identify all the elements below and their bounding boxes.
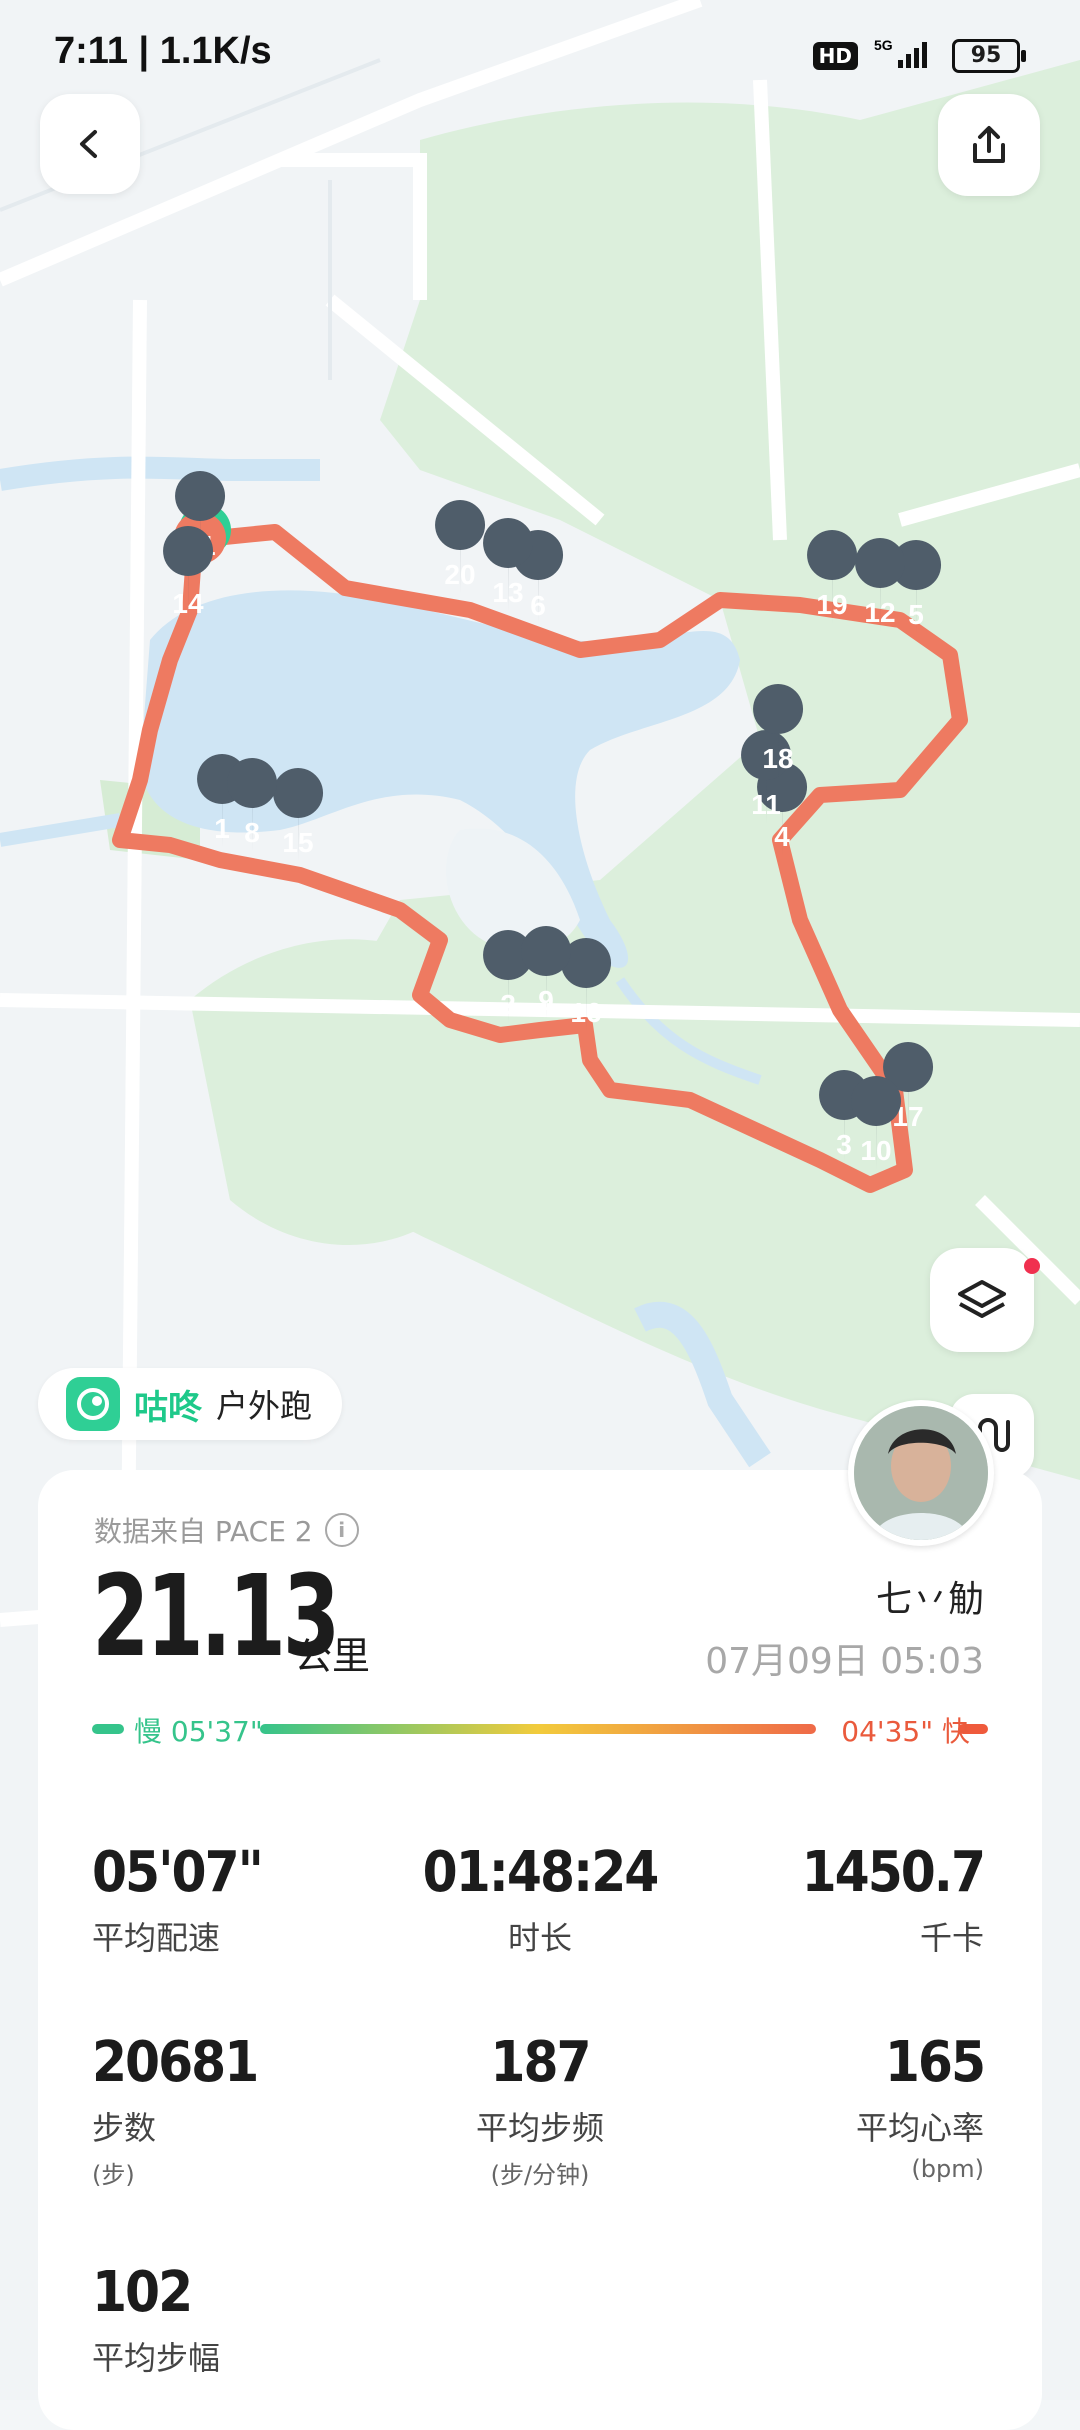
share-button[interactable] bbox=[938, 94, 1040, 196]
svg-text:8: 8 bbox=[244, 817, 260, 848]
user-name: 七丷觔 bbox=[875, 1579, 984, 1620]
svg-text:16: 16 bbox=[570, 997, 601, 1028]
stat-heart-rate: 165 平均心率 (bpm) bbox=[855, 2030, 986, 2183]
data-source-text: 数据来自 PACE 2 bbox=[94, 1515, 313, 1548]
svg-text:18: 18 bbox=[762, 743, 793, 774]
status-time: 7:11 | 1.1K/s bbox=[54, 30, 272, 72]
app-name: 咕咚 bbox=[134, 1387, 202, 1428]
svg-text:10: 10 bbox=[860, 1135, 891, 1166]
svg-text:6: 6 bbox=[530, 590, 546, 621]
stat-avg-pace: 05'07" 平均配速 bbox=[92, 1840, 264, 1957]
layers-icon bbox=[958, 1280, 1006, 1318]
activity-type: 户外跑 bbox=[216, 1387, 313, 1425]
signal-icon: 5G bbox=[874, 37, 936, 73]
svg-text:14: 14 bbox=[172, 588, 204, 619]
svg-text:19: 19 bbox=[816, 589, 847, 620]
notification-dot bbox=[1024, 1258, 1040, 1274]
activity-source-badge: 咕咚 户外跑 bbox=[38, 1368, 343, 1440]
svg-text:4: 4 bbox=[774, 821, 790, 852]
share-icon bbox=[973, 126, 1005, 163]
chevron-left-icon bbox=[80, 130, 97, 158]
stat-stride: 102 平均步幅 bbox=[92, 2260, 221, 2377]
svg-text:2: 2 bbox=[500, 989, 516, 1020]
avatar[interactable] bbox=[848, 1400, 994, 1546]
svg-text:12: 12 bbox=[864, 597, 895, 628]
svg-text:1: 1 bbox=[214, 813, 230, 844]
battery-icon: 95 bbox=[952, 38, 1026, 73]
stat-steps: 20681 步数 (步) bbox=[92, 2030, 259, 2189]
svg-text:15: 15 bbox=[282, 827, 313, 858]
svg-text:5G: 5G bbox=[874, 38, 893, 53]
hd-icon: HD bbox=[812, 41, 858, 70]
info-icon[interactable]: i bbox=[324, 1513, 359, 1547]
svg-text:9: 9 bbox=[538, 985, 554, 1016]
pace-slow-label: 慢 05'37" bbox=[134, 1715, 263, 1748]
distance-unit: 公里 bbox=[294, 1634, 371, 1678]
svg-text:13: 13 bbox=[492, 577, 523, 608]
app-logo-icon bbox=[66, 1377, 120, 1431]
workout-date: 07月09日 05:03 bbox=[705, 1641, 984, 1682]
status-icons: HD 5G 95 bbox=[812, 37, 1026, 73]
svg-text:3: 3 bbox=[836, 1129, 852, 1160]
back-button[interactable] bbox=[40, 94, 140, 194]
stat-duration: 01:48:24 时长 bbox=[422, 1840, 660, 1957]
svg-text:11: 11 bbox=[751, 789, 781, 820]
map-layers-button[interactable] bbox=[930, 1248, 1034, 1352]
data-source: 数据来自 PACE 2 i bbox=[94, 1510, 359, 1550]
pace-fast-label: 04'35" 快 bbox=[841, 1715, 970, 1748]
svg-text:5: 5 bbox=[908, 599, 924, 630]
stat-calories: 1450.7 千卡 bbox=[801, 1840, 986, 1957]
stat-cadence: 187 平均步频 (步/分钟) bbox=[475, 2030, 604, 2189]
svg-text:20: 20 bbox=[444, 559, 475, 590]
